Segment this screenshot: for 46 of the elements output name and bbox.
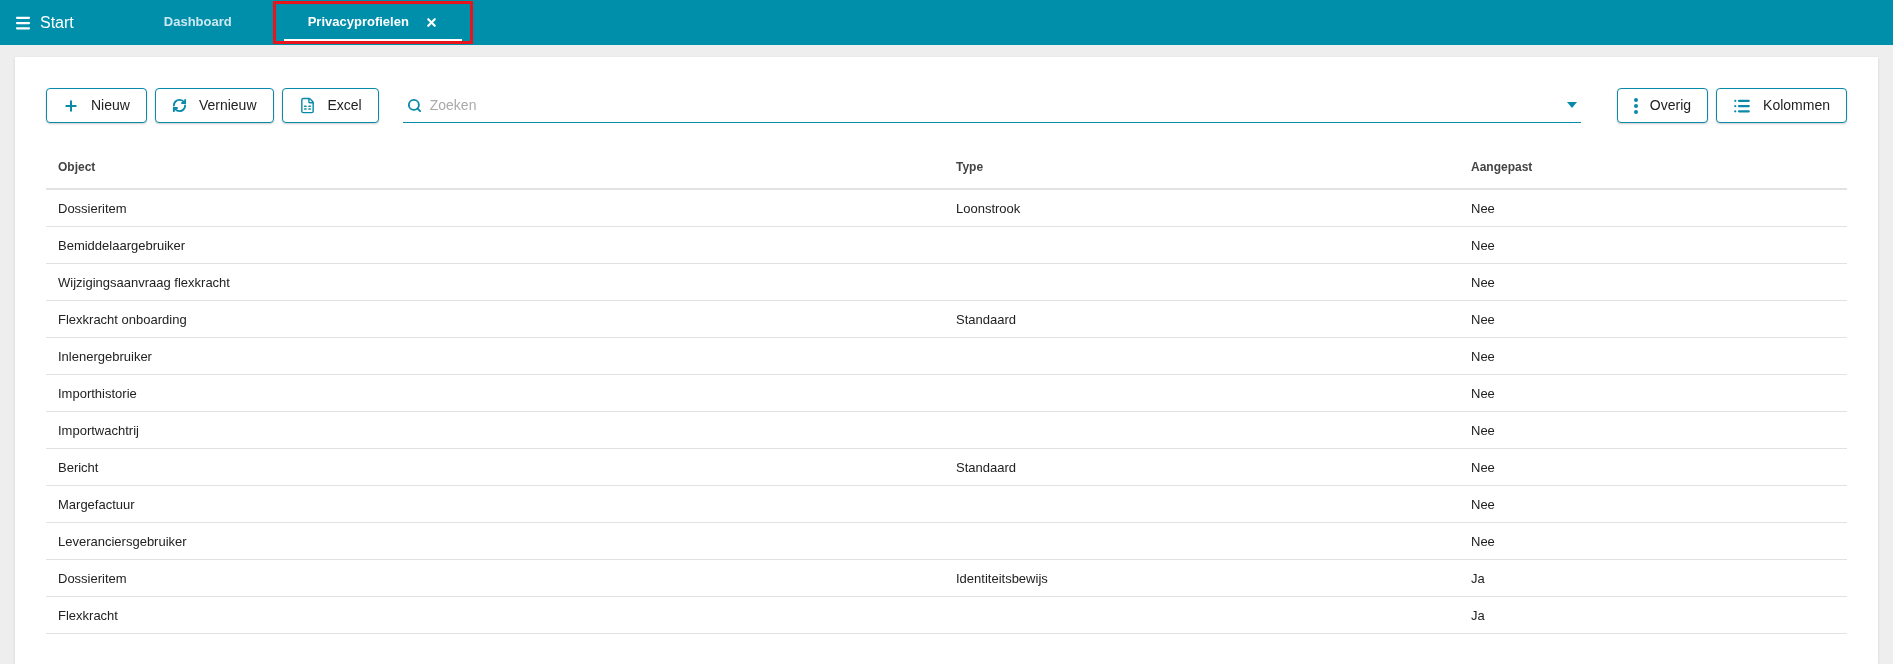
start-menu-button[interactable]: Start	[14, 10, 74, 35]
table-cell: Standaard	[956, 460, 1016, 475]
dropdown-caret-icon[interactable]	[1566, 102, 1577, 108]
table-cell: Flexkracht onboarding	[58, 312, 187, 327]
table-cell: Leveranciersgebruiker	[58, 534, 187, 549]
table-cell: Identiteitsbewijs	[956, 571, 1048, 586]
table-cell: Ja	[1471, 608, 1485, 623]
table-cell: Dossieritem	[58, 201, 127, 216]
column-header[interactable]: Object	[58, 160, 96, 174]
table-cell: Standaard	[956, 312, 1016, 327]
table-cell: Nee	[1471, 312, 1495, 327]
search-icon	[406, 97, 422, 113]
toolbar-button[interactable]: Overig	[1616, 88, 1709, 123]
spreadsheet-file-icon	[298, 97, 316, 114]
table-cell: Bemiddelaargebruiker	[58, 238, 186, 253]
toolbar-button[interactable]: Kolommen	[1716, 88, 1847, 123]
column-header[interactable]: Aangepast	[1471, 160, 1533, 174]
table-cell: Bericht	[58, 460, 99, 475]
table-cell: Nee	[1471, 201, 1495, 216]
table-cell: Nee	[1471, 423, 1495, 438]
table-cell: Nee	[1471, 497, 1495, 512]
close-icon[interactable]	[424, 15, 438, 29]
table-cell: Loonstrook	[956, 201, 1021, 216]
refresh-icon	[171, 98, 187, 113]
table-cell: Ja	[1471, 571, 1485, 586]
table-cell: Nee	[1471, 238, 1495, 253]
tab[interactable]: Privacyprofielen	[272, 1, 473, 44]
more-icon	[1633, 97, 1638, 114]
toolbar-button[interactable]: Excel	[281, 88, 379, 123]
table-cell: Nee	[1471, 349, 1495, 364]
table-cell: Importwachtrij	[58, 423, 139, 438]
search-field[interactable]: Zoeken	[429, 94, 1559, 116]
table-cell: Nee	[1471, 275, 1495, 290]
table-cell: Nee	[1471, 534, 1495, 549]
table-cell: Nee	[1471, 386, 1495, 401]
plus-icon	[63, 97, 79, 114]
table-cell: Nee	[1471, 460, 1495, 475]
toolbar-button[interactable]: Vernieuw	[154, 88, 274, 123]
toolbar-button[interactable]: Nieuw	[46, 88, 147, 123]
table-cell: Dossieritem	[58, 571, 127, 586]
table-cell: Inlenergebruiker	[58, 349, 152, 364]
table-cell: Margefactuur	[58, 497, 135, 512]
column-header[interactable]: Type	[956, 160, 984, 174]
table-cell: Flexkracht	[58, 608, 118, 623]
table-cell: Importhistorie	[58, 386, 137, 401]
table-cell: Wijzigingsaanvraag flexkracht	[58, 275, 230, 290]
